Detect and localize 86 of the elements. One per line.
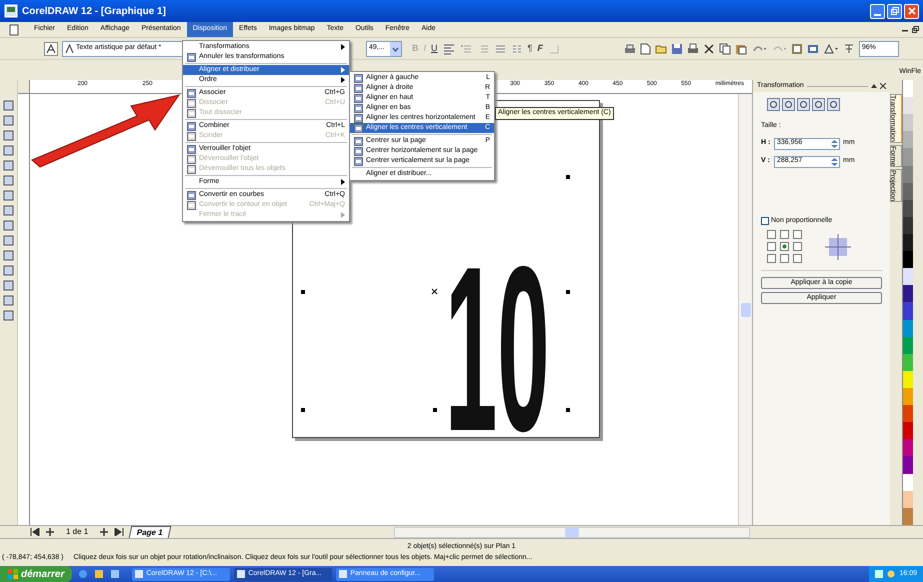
submenu-arrow-icon [341, 179, 345, 185]
skew-icon[interactable] [827, 98, 840, 111]
selection-handle [301, 408, 305, 412]
windows-logo-icon [8, 569, 18, 579]
scrollbar-thumb[interactable] [740, 302, 750, 316]
canvas-text: 10 [445, 231, 550, 466]
smart-fill-icon[interactable] [3, 160, 14, 171]
import-icon[interactable] [790, 42, 803, 54]
table-tool-icon[interactable] [3, 235, 14, 246]
paste-icon[interactable] [734, 42, 747, 54]
center-mark-icon [431, 288, 438, 295]
horizontal-scrollbar[interactable] [394, 526, 750, 538]
eyedropper-tool-icon[interactable] [3, 265, 14, 276]
first-page-icon[interactable] [30, 528, 40, 536]
rotate-icon[interactable] [782, 98, 795, 111]
restore-icon[interactable] [912, 26, 919, 33]
position-icon[interactable] [767, 98, 780, 111]
selection-handle [566, 408, 570, 412]
align-icon[interactable] [442, 42, 455, 54]
size-icon[interactable] [812, 98, 825, 111]
columns-icon[interactable] [510, 42, 523, 54]
zoom-tool-icon[interactable] [3, 130, 14, 141]
close-icon [908, 7, 916, 15]
underline-button[interactable]: U [431, 42, 438, 54]
close-button[interactable] [904, 4, 919, 18]
document-icon [8, 24, 20, 36]
new-document-icon[interactable] [640, 42, 651, 54]
zoom-icon[interactable] [842, 42, 855, 54]
quick-launch-icon[interactable] [94, 569, 104, 579]
pick-tool-icon[interactable] [3, 100, 14, 111]
export-icon[interactable] [806, 42, 819, 54]
shape-tool-icon[interactable] [3, 115, 14, 126]
start-button[interactable]: démarrer [0, 566, 72, 582]
checkbox[interactable] [761, 216, 769, 225]
app-icon [135, 570, 144, 578]
save-icon[interactable] [670, 42, 683, 54]
close-icon[interactable] [880, 83, 886, 89]
outline-tool-icon[interactable] [3, 280, 14, 291]
restore-button[interactable] [887, 4, 902, 18]
rectangle-tool-icon[interactable] [3, 175, 14, 186]
launcher-icon[interactable] [822, 42, 839, 54]
interactive-tool-icon[interactable] [3, 250, 14, 261]
ellipse-tool-icon[interactable] [3, 190, 14, 201]
selection-handle [301, 290, 305, 294]
minimize-icon [874, 14, 881, 16]
spin-arrows-icon[interactable] [830, 156, 839, 166]
anchor-grid-drawing[interactable] [767, 230, 803, 264]
app-icon [237, 570, 246, 578]
window-title: CorelDRAW 12 - [Graphique 1] [22, 4, 166, 18]
scale-icon[interactable] [797, 98, 810, 111]
page-counter: 1 de 1 [65, 526, 90, 538]
app-icon [4, 4, 18, 18]
print-icon[interactable] [686, 42, 699, 54]
scrollbar-thumb[interactable] [565, 528, 580, 536]
restore-icon [890, 7, 898, 15]
collapse-icon[interactable] [871, 83, 877, 89]
add-page-icon[interactable] [100, 528, 108, 536]
submenu-arrow-icon [341, 44, 345, 50]
selection-handle [433, 408, 437, 412]
character-format-button[interactable]: F [537, 42, 543, 54]
minimize-button[interactable] [870, 4, 885, 18]
paragraph-button[interactable]: ¶ [528, 42, 532, 54]
vertical-scrollbar[interactable] [738, 94, 752, 525]
quick-launch-icon[interactable] [110, 569, 120, 579]
mesh-fill-icon[interactable] [3, 310, 14, 321]
selection-handle [566, 175, 570, 179]
text-tool-icon[interactable] [3, 220, 14, 231]
printer-icon[interactable] [624, 42, 636, 54]
last-page-icon[interactable] [114, 528, 124, 536]
open-folder-icon[interactable] [654, 42, 667, 54]
selection-handle [566, 290, 570, 294]
list-icon[interactable] [494, 42, 506, 54]
page-tab[interactable]: Page 1 [128, 526, 172, 538]
add-page-icon[interactable] [46, 528, 54, 536]
fill-tool-icon[interactable] [3, 295, 14, 306]
text-style-icon [65, 44, 74, 53]
freehand-tool-icon[interactable] [3, 145, 14, 156]
copy-icon[interactable] [718, 42, 731, 54]
text-tool-icon[interactable] [44, 42, 58, 56]
app-icon [339, 570, 348, 578]
cut-icon[interactable] [702, 42, 715, 54]
preview-icon [825, 234, 851, 260]
polygon-tool-icon[interactable] [3, 205, 14, 216]
submenu-arrow-icon [341, 212, 345, 218]
menu-item-icon [186, 52, 196, 62]
spin-arrows-icon[interactable] [830, 138, 839, 148]
